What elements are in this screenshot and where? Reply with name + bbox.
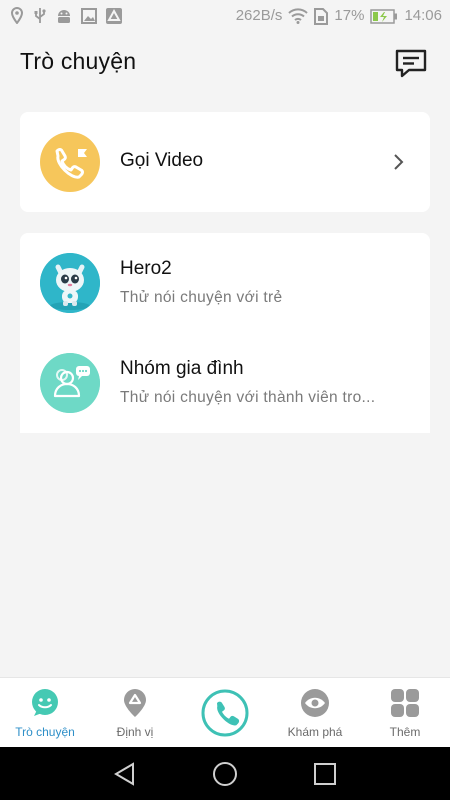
- tab-label: Trò chuyện: [15, 725, 75, 739]
- tab-label: Định vị: [116, 725, 154, 739]
- robot-cat-avatar: [40, 253, 100, 313]
- status-icons-left: [10, 7, 122, 24]
- video-call-card[interactable]: Gọi Video: [20, 112, 430, 212]
- recents-icon[interactable]: [312, 761, 338, 787]
- battery-percent: 17%: [334, 7, 365, 24]
- home-icon[interactable]: [212, 761, 238, 787]
- status-icons-right: 262B/s 17% 14:06: [236, 6, 442, 26]
- chat-item-hero2[interactable]: Hero2 Thử nói chuyện với trẻ: [20, 233, 430, 333]
- tab-explore[interactable]: Khám phá: [270, 678, 360, 748]
- chat-list: Hero2 Thử nói chuyện với trẻ Nhóm gia đì…: [20, 233, 430, 433]
- back-icon[interactable]: [112, 761, 138, 787]
- sim-icon: [314, 7, 329, 25]
- network-speed: 262B/s: [235, 7, 283, 24]
- call-icon: [201, 689, 249, 737]
- location-icon: [10, 7, 24, 24]
- battery-icon: [370, 8, 398, 24]
- video-call-icon: [40, 132, 100, 192]
- clock: 14:06: [404, 7, 442, 24]
- wifi-icon: [288, 8, 309, 24]
- tab-label: Khám phá: [287, 725, 343, 739]
- tab-call[interactable]: [180, 678, 270, 748]
- chat-icon: [32, 689, 58, 716]
- bottom-nav: Trò chuyện Định vị Khám phá Thêm: [0, 677, 450, 747]
- grid-icon: [391, 689, 419, 717]
- chat-title: Nhóm gia đình: [120, 358, 244, 379]
- tab-location[interactable]: Định vị: [90, 678, 180, 748]
- page-title: Trò chuyện: [20, 48, 137, 74]
- usb-icon: [34, 8, 46, 23]
- android-icon: [58, 9, 70, 23]
- video-call-label: Gọi Video: [120, 150, 204, 171]
- tab-chat[interactable]: Trò chuyện: [0, 678, 90, 748]
- tab-label: Thêm: [389, 725, 421, 739]
- header: Trò chuyện: [0, 32, 450, 94]
- family-group-icon: [40, 353, 100, 413]
- system-nav-bar: [0, 747, 450, 800]
- chevron-right-icon: [394, 154, 404, 170]
- chat-title: Hero2: [120, 258, 172, 279]
- chat-subtitle: Thử nói chuyện với trẻ: [120, 289, 283, 306]
- eye-icon: [301, 689, 329, 717]
- chat-item-family-group[interactable]: Nhóm gia đình Thử nói chuyện với thành v…: [20, 333, 430, 433]
- app-notification-icon: [106, 7, 122, 24]
- location-pin-icon: [124, 689, 146, 717]
- tab-more[interactable]: Thêm: [360, 678, 450, 748]
- message-compose-icon[interactable]: [394, 47, 428, 81]
- chat-subtitle: Thử nói chuyện với thành viên tro...: [120, 389, 376, 406]
- image-icon: [81, 7, 97, 24]
- status-bar: 262B/s 17% 14:06: [0, 0, 450, 32]
